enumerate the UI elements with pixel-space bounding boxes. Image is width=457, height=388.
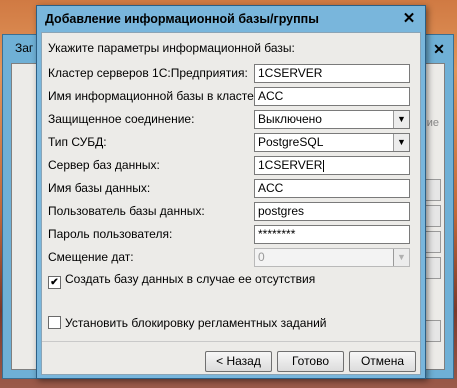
secure-connection-label: Защищенное соединение:: [48, 112, 195, 126]
background-side-text: ие: [426, 117, 439, 129]
create-db-label: Создать базу данных в случае ее отсутств…: [65, 272, 316, 286]
infobase-name-label: Имя информационной базы в кластере:: [48, 89, 271, 103]
date-offset-value: 0: [258, 250, 265, 264]
text-caret: [323, 159, 325, 172]
db-name-label: Имя базы данных:: [48, 181, 151, 195]
infobase-name-input[interactable]: ACC: [254, 87, 410, 106]
dbms-type-value: PostgreSQL: [258, 135, 324, 149]
divider: [42, 341, 420, 342]
chevron-down-icon[interactable]: ▼: [393, 249, 409, 266]
dialog-title: Добавление информационной базы/группы: [45, 12, 319, 26]
dialog-titlebar[interactable]: Добавление информационной базы/группы ✕: [37, 6, 425, 32]
back-button[interactable]: < Назад: [205, 351, 272, 372]
db-user-input[interactable]: postgres: [254, 202, 410, 221]
create-db-checkbox-row[interactable]: ✔ Создать базу данных в случае ее отсутст…: [48, 272, 315, 289]
secure-connection-value: Выключено: [258, 112, 322, 126]
db-name-input[interactable]: ACC: [254, 179, 410, 198]
background-close-icon[interactable]: ✕: [431, 41, 447, 57]
dialog-body: Укажите параметры информационной базы: К…: [41, 32, 421, 375]
chevron-down-icon[interactable]: ▼: [393, 111, 409, 128]
create-db-checkbox[interactable]: ✔: [48, 276, 61, 289]
cancel-button[interactable]: Отмена: [349, 351, 416, 372]
db-user-label: Пользователь базы данных:: [48, 204, 205, 218]
secure-connection-select[interactable]: Выключено ▼: [254, 110, 410, 129]
dbms-type-label: Тип СУБД:: [48, 135, 107, 149]
password-label: Пароль пользователя:: [48, 227, 173, 241]
add-infobase-dialog: Добавление информационной базы/группы ✕ …: [36, 5, 426, 379]
dbms-type-select[interactable]: PostgreSQL ▼: [254, 133, 410, 152]
db-server-input[interactable]: 1CSERVER: [254, 156, 410, 175]
chevron-down-icon[interactable]: ▼: [393, 134, 409, 151]
db-server-value: 1CSERVER: [258, 158, 323, 172]
cluster-label: Кластер серверов 1С:Предприятия:: [48, 66, 248, 80]
block-jobs-checkbox-row[interactable]: Установить блокировку регламентных задан…: [48, 316, 327, 330]
prompt-text: Укажите параметры информационной базы:: [48, 41, 295, 55]
block-jobs-checkbox[interactable]: [48, 316, 61, 329]
block-jobs-label: Установить блокировку регламентных задан…: [65, 316, 327, 330]
db-server-label: Сервер баз данных:: [48, 158, 160, 172]
finish-button[interactable]: Готово: [277, 351, 344, 372]
close-icon[interactable]: ✕: [401, 11, 417, 27]
date-offset-select[interactable]: 0 ▼: [254, 248, 410, 267]
password-input[interactable]: ********: [254, 225, 410, 244]
date-offset-label: Смещение дат:: [48, 250, 134, 264]
cluster-input[interactable]: 1CSERVER: [254, 64, 410, 83]
background-window-title: Заг: [15, 41, 34, 55]
